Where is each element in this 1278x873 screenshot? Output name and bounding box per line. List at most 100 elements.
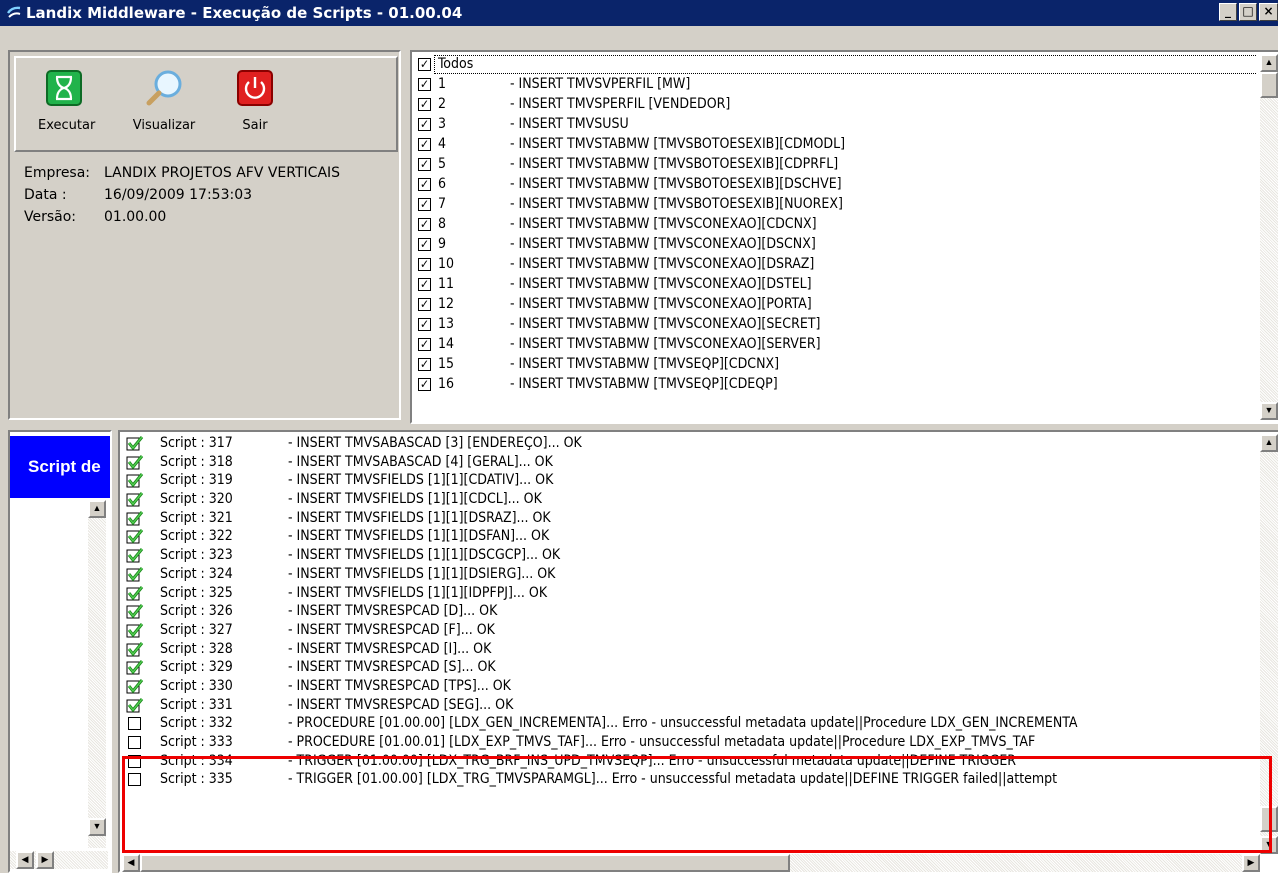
log-scroll-left-icon[interactable]: ◀ [122, 854, 140, 872]
checklist-item[interactable]: ✓ 13 - INSERT TMVSTABMW [TMVSCONEXAO][SECR… [414, 314, 1256, 334]
log-script-text: - PROCEDURE [01.00.00] [LDX_GEN_INCREMEN… [288, 715, 1078, 732]
log-scroll-right-icon[interactable]: ▶ [1242, 854, 1260, 872]
scroll-up-arrow-icon[interactable]: ▲ [1260, 54, 1278, 72]
checklist-item[interactable]: ✓ 10 - INSERT TMVSTABMW [TMVSCONEXAO][DSRA… [414, 254, 1256, 274]
checkbox-checked-icon[interactable]: ✓ [418, 338, 431, 351]
title-bar[interactable]: Landix Middleware - Execução de Scripts … [0, 0, 1278, 26]
log-hscroll-thumb[interactable] [140, 854, 790, 872]
checklist-item[interactable]: ✓ 16 - INSERT TMVSTABMW [TMVSEQP][CDEQP] [414, 374, 1256, 394]
log-row-error[interactable]: Script : 332 - PROCEDURE [01.00.00] [LDX_… [122, 714, 1260, 733]
log-script-number: Script : 327 [160, 621, 233, 638]
script-tab[interactable]: Script de [10, 436, 110, 498]
execute-button[interactable]: Executar [38, 58, 95, 133]
log-row-ok[interactable]: Script : 317 - INSERT TMVSABASCAD [3] [EN… [122, 434, 1260, 453]
checklist-item[interactable]: ✓ 5 - INSERT TMVSTABMW [TMVSBOTOESEXIB][CD… [414, 154, 1256, 174]
company-info: Empresa: LANDIX PROJETOS AFV VERTICAIS Da… [24, 162, 394, 228]
checklist-item-number: 2 [438, 96, 447, 112]
error-highlight-outline [122, 756, 1272, 853]
tree-scroll-left-icon[interactable]: ◀ [16, 851, 34, 869]
minimize-button[interactable]: _ [1219, 3, 1237, 21]
checklist-item-all[interactable]: ✓ Todos [414, 54, 1256, 74]
log-row-ok[interactable]: Script : 324 - INSERT TMVSFIELDS [1][1][D… [122, 565, 1260, 584]
checklist-scrollbar[interactable]: ▲ ▼ [1260, 54, 1278, 420]
log-script-text: - INSERT TMVSFIELDS [1][1][CDCL]... OK [288, 491, 542, 508]
log-row-ok[interactable]: Script : 321 - INSERT TMVSFIELDS [1][1][D… [122, 509, 1260, 528]
checklist-item[interactable]: ✓ 3 - INSERT TMVSUSU [414, 114, 1256, 134]
green-check-icon [126, 622, 144, 638]
tree-scroll-down-icon[interactable]: ▼ [88, 818, 106, 836]
log-row-ok[interactable]: Script : 327 - INSERT TMVSRESPCAD [F]... … [122, 621, 1260, 640]
log-scroll-up-icon[interactable]: ▲ [1260, 434, 1278, 452]
checklist-item[interactable]: ✓ 12 - INSERT TMVSTABMW [TMVSCONEXAO][PORT… [414, 294, 1256, 314]
script-checklist[interactable]: ✓ Todos ✓ 1 - INSERT TMVSVPERFIL [MW] ✓ 2 - I… [410, 50, 1278, 424]
power-icon [237, 70, 273, 106]
log-row-ok[interactable]: Script : 330 - INSERT TMVSRESPCAD [TPS]..… [122, 677, 1260, 696]
log-horizontal-scrollbar[interactable]: ◀ ▶ [122, 854, 1260, 872]
green-check-icon [126, 454, 144, 470]
log-script-text: - INSERT TMVSRESPCAD [F]... OK [288, 621, 495, 638]
log-row-ok[interactable]: Script : 322 - INSERT TMVSFIELDS [1][1][D… [122, 527, 1260, 546]
log-script-number: Script : 321 [160, 509, 233, 526]
log-row-ok[interactable]: Script : 323 - INSERT TMVSFIELDS [1][1][D… [122, 546, 1260, 565]
checklist-item-number: 14 [438, 336, 455, 352]
log-script-text: - INSERT TMVSRESPCAD [I]... OK [288, 640, 492, 657]
log-row-ok[interactable]: Script : 318 - INSERT TMVSABASCAD [4] [GE… [122, 453, 1260, 472]
close-button[interactable]: × [1259, 3, 1278, 21]
checklist-item[interactable]: ✓ 14 - INSERT TMVSTABMW [TMVSCONEXAO][SERV… [414, 334, 1256, 354]
checkbox-checked-icon[interactable]: ✓ [418, 158, 431, 171]
checklist-item[interactable]: ✓ 7 - INSERT TMVSTABMW [TMVSBOTOESEXIB][NU… [414, 194, 1256, 214]
log-row-ok[interactable]: Script : 329 - INSERT TMVSRESPCAD [S]... … [122, 658, 1260, 677]
checkbox-checked-icon[interactable]: ✓ [418, 258, 431, 271]
main-window: Landix Middleware - Execução de Scripts … [0, 0, 1278, 873]
unchecked-box-icon [128, 736, 141, 749]
log-script-number: Script : 329 [160, 659, 233, 676]
checkbox-checked-icon[interactable]: ✓ [418, 378, 431, 391]
checklist-item[interactable]: ✓ 4 - INSERT TMVSTABMW [TMVSBOTOESEXIB][CD… [414, 134, 1256, 154]
checkbox-checked-icon[interactable]: ✓ [418, 118, 431, 131]
log-script-text: - INSERT TMVSFIELDS [1][1][DSCGCP]... OK [288, 547, 561, 564]
log-row-error[interactable]: Script : 333 - PROCEDURE [01.00.01] [LDX_… [122, 733, 1260, 752]
checklist-item-number: 13 [438, 316, 455, 332]
green-check-icon [126, 604, 144, 619]
checkbox-checked-icon[interactable]: ✓ [418, 178, 431, 191]
log-row-ok[interactable]: Script : 319 - INSERT TMVSFIELDS [1][1][C… [122, 471, 1260, 490]
log-script-number: Script : 326 [160, 603, 233, 620]
checkbox-checked-icon[interactable]: ✓ [418, 198, 431, 211]
exit-button[interactable]: Sair [230, 58, 280, 133]
checklist-item[interactable]: ✓ 8 - INSERT TMVSTABMW [TMVSCONEXAO][CDCNX… [414, 214, 1256, 234]
log-row-ok[interactable]: Script : 325 - INSERT TMVSFIELDS [1][1][I… [122, 584, 1260, 603]
checkbox-checked-icon[interactable]: ✓ [418, 138, 431, 151]
checkbox-checked-icon[interactable]: ✓ [418, 238, 431, 251]
checkbox-checked-icon[interactable]: ✓ [418, 218, 431, 231]
tree-vertical-scrollbar[interactable]: ▲ ▼ [88, 500, 106, 848]
view-button[interactable]: Visualizar [124, 58, 204, 133]
log-row-ok[interactable]: Script : 320 - INSERT TMVSFIELDS [1][1][C… [122, 490, 1260, 509]
magnifier-icon [146, 70, 182, 106]
log-row-ok[interactable]: Script : 328 - INSERT TMVSRESPCAD [I]... … [122, 640, 1260, 659]
checklist-item[interactable]: ✓ 6 - INSERT TMVSTABMW [TMVSBOTOESEXIB][DS… [414, 174, 1256, 194]
date-value: 16/09/2009 17:53:03 [104, 187, 253, 203]
checkbox-checked-icon[interactable]: ✓ [418, 318, 431, 331]
checklist-item[interactable]: ✓ 15 - INSERT TMVSTABMW [TMVSEQP][CDCNX] [414, 354, 1256, 374]
checkbox-checked-icon[interactable]: ✓ [418, 58, 431, 71]
log-script-text: - PROCEDURE [01.00.01] [LDX_EXP_TMVS_TAF… [288, 734, 1036, 750]
tree-horizontal-scrollbar[interactable]: ◀ ▶ [10, 851, 108, 869]
toolbar: Executar Visualizar Sair [14, 56, 398, 152]
checklist-item[interactable]: ✓ 2 - INSERT TMVSPERFIL [VENDEDOR] [414, 94, 1256, 114]
tree-scroll-right-icon[interactable]: ▶ [36, 851, 54, 869]
tree-scroll-up-icon[interactable]: ▲ [88, 500, 106, 518]
checkbox-checked-icon[interactable]: ✓ [418, 98, 431, 111]
scroll-down-arrow-icon[interactable]: ▼ [1260, 402, 1278, 420]
checklist-item[interactable]: ✓ 9 - INSERT TMVSTABMW [TMVSCONEXAO][DSCNX… [414, 234, 1256, 254]
checklist-item[interactable]: ✓ 1 - INSERT TMVSVPERFIL [MW] [414, 74, 1256, 94]
checkbox-checked-icon[interactable]: ✓ [418, 278, 431, 291]
checklist-item[interactable]: ✓ 11 - INSERT TMVSTABMW [TMVSCONEXAO][DSTE… [414, 274, 1256, 294]
checkbox-checked-icon[interactable]: ✓ [418, 358, 431, 371]
maximize-button[interactable]: □ [1239, 3, 1257, 21]
checkbox-checked-icon[interactable]: ✓ [418, 298, 431, 311]
log-row-ok[interactable]: Script : 331 - INSERT TMVSRESPCAD [SEG]..… [122, 696, 1260, 715]
checkbox-checked-icon[interactable]: ✓ [418, 78, 431, 91]
checklist-items: ✓ Todos ✓ 1 - INSERT TMVSVPERFIL [MW] ✓ 2 - I… [414, 54, 1256, 422]
scroll-thumb[interactable] [1260, 72, 1278, 98]
log-row-ok[interactable]: Script : 326 - INSERT TMVSRESPCAD [D]... … [122, 602, 1260, 621]
